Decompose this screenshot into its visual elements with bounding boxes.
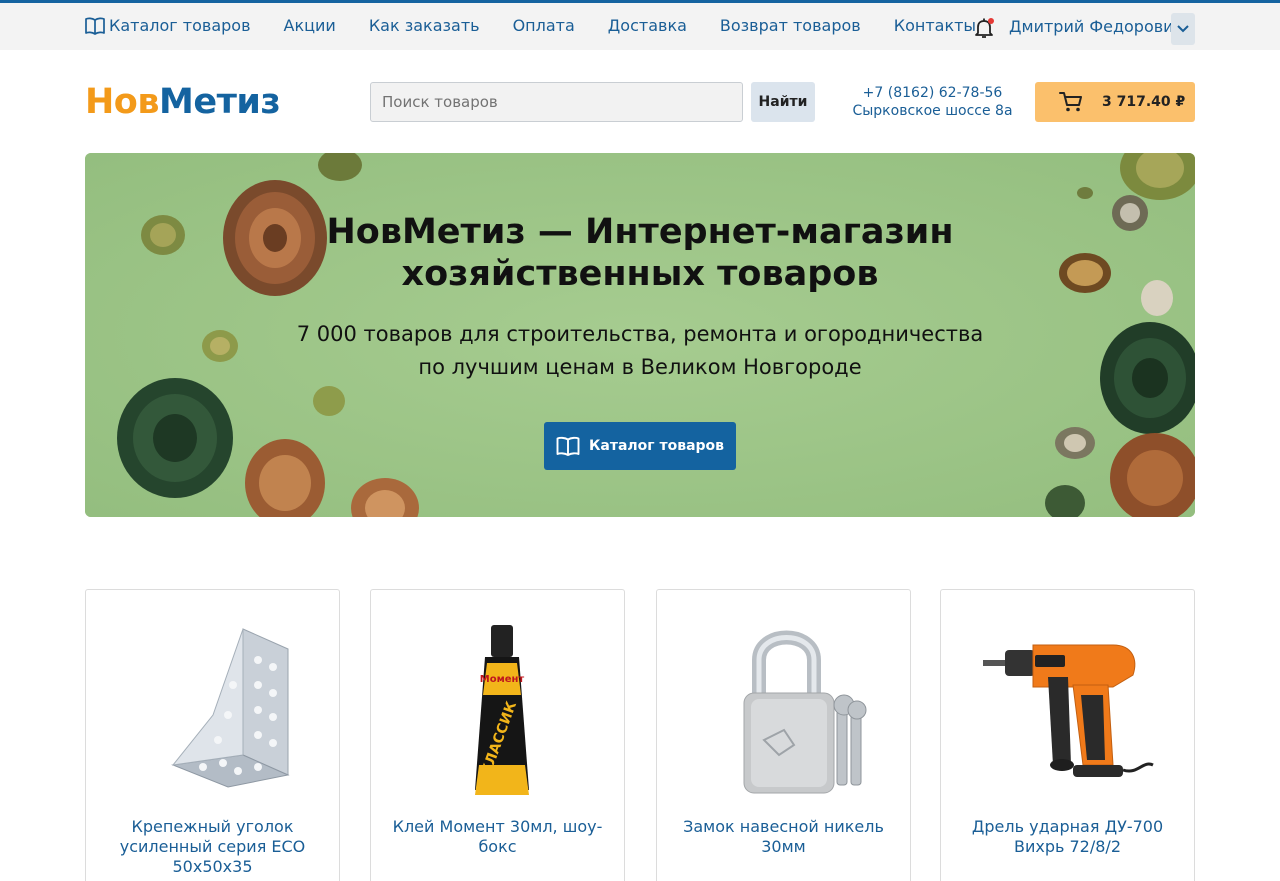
product-image[interactable]	[86, 615, 339, 800]
nav-how-to-order[interactable]: Как заказать	[369, 16, 480, 35]
top-bar: Каталог товаров Акции Как заказать Оплат…	[0, 0, 1280, 50]
hero-banner: НовМетиз — Интернет-магазин хозяйственны…	[85, 153, 1195, 517]
product-name[interactable]: Дрель ударная ДУ-700 Вихрь 72/8/2	[953, 817, 1182, 857]
user-name[interactable]: Дмитрий Федорович	[1009, 17, 1183, 36]
padlock-image	[743, 630, 866, 794]
phone-number[interactable]: +7 (8162) 62-78-56	[850, 84, 1015, 102]
chevron-down-icon	[1177, 25, 1189, 33]
notification-dot	[988, 18, 994, 24]
product-card[interactable]: Момент КЛАССИК Клей Момент 30мл, шоу-бок…	[370, 589, 625, 881]
product-image[interactable]	[941, 615, 1194, 800]
book-icon	[85, 16, 105, 35]
banner-catalog-button[interactable]: Каталог товаров	[544, 422, 736, 470]
nav-promotions[interactable]: Акции	[284, 16, 336, 35]
user-dropdown-button[interactable]	[1171, 13, 1195, 45]
nav-returns[interactable]: Возврат товаров	[720, 16, 861, 35]
banner-title-line-1: НовМетиз — Интернет-магазин	[326, 212, 954, 252]
cart-button[interactable]: 3 717.40 ₽	[1035, 82, 1195, 122]
product-card[interactable]: Замок навесной никель 30мм	[656, 589, 911, 881]
book-icon	[556, 436, 580, 456]
banner-catalog-button-label: Каталог товаров	[588, 438, 725, 454]
impact-drill-image	[982, 644, 1154, 777]
contact-info: +7 (8162) 62-78-56 Сырковское шоссе 8а	[850, 84, 1015, 120]
banner-title-line-2: хозяйственных товаров	[401, 254, 879, 294]
product-image[interactable]	[657, 615, 910, 800]
logo[interactable]: НовМетиз	[85, 82, 281, 122]
logo-part-1: Нов	[85, 82, 160, 122]
logo-part-2: Метиз	[159, 82, 281, 122]
banner-subtitle-line-2: по лучшим ценам в Великом Новгороде	[418, 355, 862, 379]
nav-contacts[interactable]: Контакты	[894, 16, 976, 35]
banner-subtitle: 7 000 товаров для строительства, ремонта…	[85, 318, 1195, 384]
cart-icon	[1059, 92, 1082, 112]
product-name[interactable]: Крепежный уголок усиленный серия ECO 50x…	[98, 817, 327, 877]
banner-title: НовМетиз — Интернет-магазин хозяйственны…	[85, 211, 1195, 295]
product-name[interactable]: Замок навесной никель 30мм	[669, 817, 898, 857]
store-address[interactable]: Сырковское шоссе 8а	[850, 102, 1015, 120]
product-card[interactable]: Крепежный уголок усиленный серия ECO 50x…	[85, 589, 340, 881]
search-input[interactable]	[370, 82, 743, 122]
banner-subtitle-line-1: 7 000 товаров для строительства, ремонта…	[296, 322, 984, 346]
product-image[interactable]: Момент КЛАССИК	[371, 615, 624, 800]
product-name[interactable]: Клей Момент 30мл, шоу-бокс	[383, 817, 612, 857]
angle-bracket-image	[170, 628, 290, 788]
nav-delivery[interactable]: Доставка	[608, 16, 687, 35]
cart-total: 3 717.40 ₽	[1102, 94, 1186, 110]
nav-catalog-label: Каталог товаров	[109, 16, 251, 35]
nav-catalog[interactable]: Каталог товаров	[85, 16, 251, 35]
svg-text:Момент: Момент	[479, 674, 524, 685]
search-button[interactable]: Найти	[751, 82, 815, 122]
nav-payment[interactable]: Оплата	[513, 16, 575, 35]
top-nav: Каталог товаров Акции Как заказать Оплат…	[85, 16, 1009, 35]
glue-tube-image: Момент КЛАССИК	[474, 625, 529, 795]
product-card[interactable]: Дрель ударная ДУ-700 Вихрь 72/8/2	[940, 589, 1195, 881]
